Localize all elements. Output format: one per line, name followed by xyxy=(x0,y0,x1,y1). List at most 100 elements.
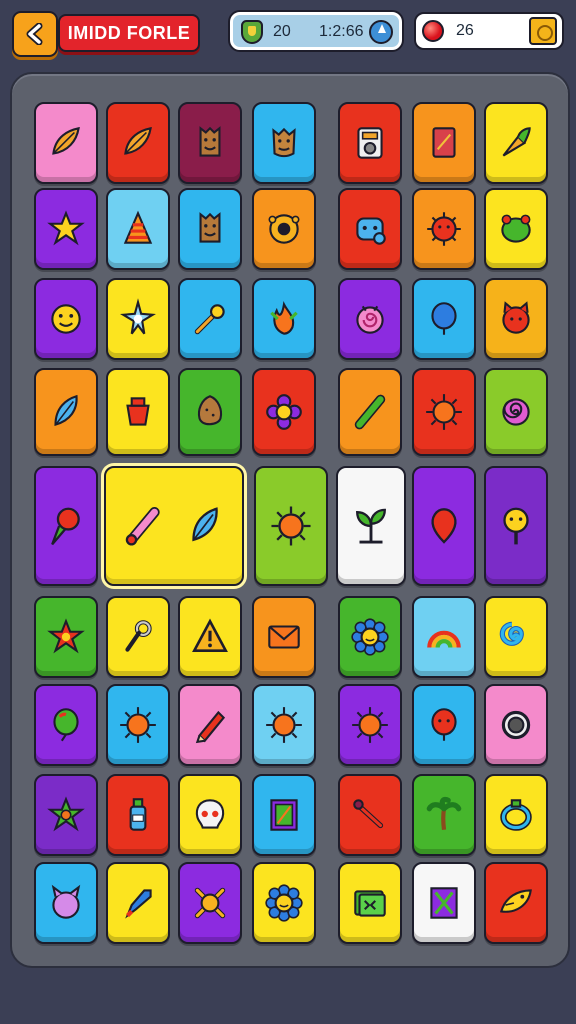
board-tile[interactable] xyxy=(178,278,242,360)
board-tile[interactable] xyxy=(34,466,98,586)
wand-icon xyxy=(194,304,225,335)
map-icon[interactable] xyxy=(529,17,557,45)
carrot-icon xyxy=(502,127,531,157)
board-tile[interactable] xyxy=(484,102,548,184)
board-tile[interactable] xyxy=(252,278,316,360)
board-tile[interactable] xyxy=(338,774,402,856)
board-tile[interactable] xyxy=(34,278,98,360)
board-tile[interactable] xyxy=(412,368,476,456)
gem-counter: 26 xyxy=(414,12,564,50)
flower-icon xyxy=(266,394,302,430)
warning-icon xyxy=(192,618,228,652)
board-tile[interactable] xyxy=(178,188,242,270)
bottle-icon xyxy=(129,798,147,831)
board-tile[interactable] xyxy=(34,862,98,944)
board-tile[interactable] xyxy=(338,596,402,678)
board-tile[interactable] xyxy=(336,466,406,586)
blue-monster-icon xyxy=(356,217,386,245)
board-tile[interactable] xyxy=(252,684,316,766)
board-tile[interactable] xyxy=(484,862,548,944)
leaf-icon xyxy=(124,126,152,155)
picture-frame-icon xyxy=(270,799,298,831)
board-tile[interactable] xyxy=(34,368,98,456)
board-tile[interactable] xyxy=(106,774,170,856)
top-hud: IMIDD FORLE 20 1:2:66 26 xyxy=(0,0,576,64)
green-balloon-icon xyxy=(53,708,79,742)
candy-stick-icon xyxy=(125,507,160,546)
board-tile[interactable] xyxy=(484,596,548,678)
board-tile[interactable] xyxy=(252,774,316,856)
pencil-icon xyxy=(195,710,226,744)
board-tile[interactable] xyxy=(484,774,548,856)
board-tile[interactable] xyxy=(106,102,170,184)
board-tile[interactable] xyxy=(34,596,98,678)
sun-icon xyxy=(352,707,388,743)
board-tile[interactable] xyxy=(484,188,548,270)
board-tile[interactable] xyxy=(484,684,548,766)
board-tile[interactable] xyxy=(252,862,316,944)
board-tile[interactable] xyxy=(104,466,244,586)
board-tile[interactable] xyxy=(412,596,476,678)
board-tile[interactable] xyxy=(34,188,98,270)
board-tile[interactable] xyxy=(412,684,476,766)
board-tile[interactable] xyxy=(252,188,316,270)
skull-icon xyxy=(195,799,225,829)
board-tile[interactable] xyxy=(484,368,548,456)
back-button[interactable] xyxy=(12,11,58,57)
board-tile[interactable] xyxy=(484,278,548,360)
red-spiky-ball-icon xyxy=(427,212,461,246)
smiley-icon xyxy=(51,304,81,334)
lollipop-icon xyxy=(503,507,529,545)
board-tile[interactable] xyxy=(178,368,242,456)
board-tile[interactable] xyxy=(412,466,476,586)
board-tile[interactable] xyxy=(412,278,476,360)
board-tile[interactable] xyxy=(178,862,242,944)
board-tile[interactable] xyxy=(34,684,98,766)
board-tile[interactable] xyxy=(252,102,316,184)
plant-icon xyxy=(356,508,386,544)
blue-ring-icon xyxy=(500,799,532,831)
red-cat-icon xyxy=(502,301,530,334)
board-tile[interactable] xyxy=(106,862,170,944)
blue-balloon-icon xyxy=(431,302,457,335)
board-tile[interactable] xyxy=(34,102,98,184)
sun-icon xyxy=(271,506,311,546)
board-tile[interactable] xyxy=(178,596,242,678)
red-balloon-icon xyxy=(431,708,457,741)
star-icon xyxy=(47,210,85,246)
palm-tree-icon xyxy=(426,796,462,830)
board-tile[interactable] xyxy=(338,102,402,184)
blue-spiral-icon xyxy=(499,621,524,646)
board-tile[interactable] xyxy=(254,466,328,586)
board-tile[interactable] xyxy=(338,862,402,944)
board-tile[interactable] xyxy=(252,596,316,678)
board-tile[interactable] xyxy=(412,188,476,270)
board-tile[interactable] xyxy=(484,466,548,586)
sun-icon xyxy=(266,707,302,743)
wooden-face-icon xyxy=(272,127,296,158)
board-tile[interactable] xyxy=(338,684,402,766)
board-tile[interactable] xyxy=(412,862,476,944)
board-tile[interactable] xyxy=(106,278,170,360)
level-title-text: IMIDD FORLE xyxy=(67,22,191,43)
board-tile[interactable] xyxy=(178,102,242,184)
compass-icon[interactable] xyxy=(369,20,393,44)
board-tile[interactable] xyxy=(338,188,402,270)
board-tile[interactable] xyxy=(34,774,98,856)
wooden-totem-icon xyxy=(199,126,221,157)
board-tile[interactable] xyxy=(106,188,170,270)
board-tile[interactable] xyxy=(412,774,476,856)
board-tile[interactable] xyxy=(338,278,402,360)
board-tile[interactable] xyxy=(178,774,242,856)
board-tile[interactable] xyxy=(106,684,170,766)
board-tile[interactable] xyxy=(338,368,402,456)
board-tile[interactable] xyxy=(178,684,242,766)
radio-icon xyxy=(357,127,383,159)
board-tile[interactable] xyxy=(252,368,316,456)
green-star-icon xyxy=(47,796,85,832)
board-tile[interactable] xyxy=(106,596,170,678)
board-tile[interactable] xyxy=(412,102,476,184)
orange-flame-icon xyxy=(270,300,298,335)
striped-cone-icon xyxy=(123,210,153,244)
board-tile[interactable] xyxy=(106,368,170,456)
